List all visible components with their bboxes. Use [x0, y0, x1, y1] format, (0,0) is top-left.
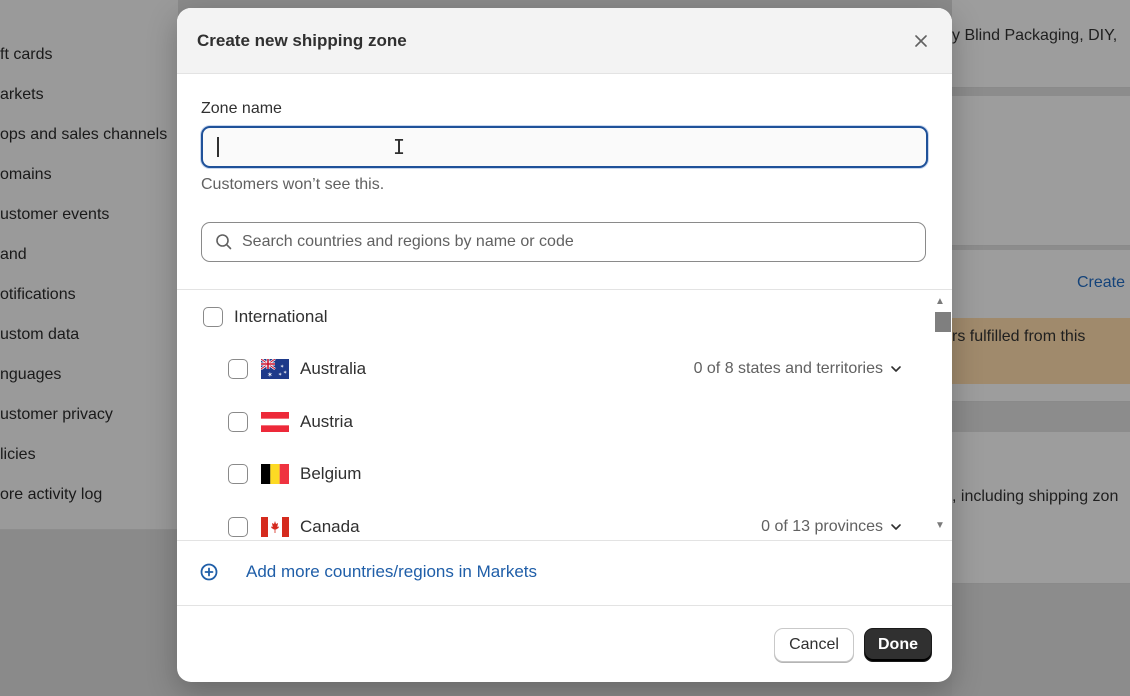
background-card — [952, 96, 1130, 246]
country-name: Australia — [300, 359, 367, 378]
text-cursor-icon: I — [393, 135, 406, 159]
background-card-text: , including shipping zon — [952, 488, 1119, 505]
australia-flag-icon: ✶ ✶ ✶ ✶ — [261, 359, 289, 379]
cancel-button[interactable]: Cancel — [774, 628, 854, 662]
scrollbar-thumb[interactable] — [935, 312, 951, 332]
international-checkbox[interactable] — [203, 307, 223, 327]
chevron-down-icon — [891, 524, 901, 530]
nav-item-customer-privacy[interactable]: ustomer privacy — [0, 406, 190, 424]
country-name: Austria — [300, 412, 353, 431]
country-search-field[interactable] — [201, 222, 926, 262]
search-icon — [216, 234, 232, 250]
country-list: International ✶ ✶ ✶ ✶ Australia 0 of 8 s… — [177, 289, 952, 541]
country-search-input[interactable] — [242, 233, 913, 251]
background-create-link[interactable]: Create — [1077, 274, 1125, 292]
background-banner-text: rs fulfilled from this — [952, 328, 1086, 345]
list-item-australia[interactable]: ✶ ✶ ✶ ✶ Australia 0 of 8 states and terr… — [177, 349, 927, 389]
canada-regions-toggle[interactable]: 0 of 13 provinces — [761, 518, 903, 536]
belgium-checkbox[interactable] — [228, 464, 248, 484]
list-item-belgium[interactable]: Belgium — [177, 454, 927, 494]
australia-checkbox[interactable] — [228, 359, 248, 379]
australia-regions-toggle[interactable]: 0 of 8 states and territories — [694, 360, 903, 378]
close-icon[interactable] — [910, 30, 932, 52]
regions-count: 0 of 13 provinces — [761, 518, 883, 535]
austria-flag-icon — [261, 412, 289, 432]
modal-title: Create new shipping zone — [197, 30, 407, 50]
svg-text:✶: ✶ — [283, 370, 287, 376]
background-card — [952, 432, 1130, 584]
austria-checkbox[interactable] — [228, 412, 248, 432]
nav-item-gift-cards[interactable]: ft cards — [0, 46, 190, 64]
add-more-label: Add more countries/regions in Markets — [246, 562, 538, 581]
svg-text:✶: ✶ — [267, 371, 273, 379]
list-item-austria[interactable]: Austria — [177, 402, 927, 442]
create-shipping-zone-modal: Create new shipping zone Zone name I Cus… — [177, 8, 952, 682]
done-button[interactable]: Done — [864, 628, 932, 662]
list-scrollbar[interactable]: ▲ ▼ — [930, 290, 952, 540]
regions-count: 0 of 8 states and territories — [693, 360, 883, 377]
belgium-flag-icon — [261, 464, 289, 484]
canada-flag-icon — [261, 517, 289, 537]
zone-name-label: Zone name — [201, 100, 282, 117]
add-more-countries-link[interactable]: Add more countries/regions in Markets — [199, 562, 537, 582]
modal-body: Zone name I Customers won’t see this. — [177, 100, 952, 262]
nav-item-markets[interactable]: arkets — [0, 86, 190, 104]
list-item-international[interactable]: International — [177, 297, 927, 337]
modal-footer: Cancel Done — [177, 605, 952, 682]
nav-item-store-activity-log[interactable]: ore activity log — [0, 486, 190, 504]
text-caret — [217, 137, 219, 157]
nav-item-policies[interactable]: licies — [0, 446, 190, 464]
nav-item-apps-sales-channels[interactable]: ops and sales channels — [0, 126, 190, 144]
nav-item-custom-data[interactable]: ustom data — [0, 326, 190, 344]
scroll-down-arrow-icon[interactable]: ▼ — [935, 520, 945, 531]
chevron-down-icon — [891, 366, 901, 372]
background-store-text: y Blind Packaging, DIY, — [952, 27, 1118, 44]
scroll-up-arrow-icon[interactable]: ▲ — [935, 296, 945, 307]
country-name: Belgium — [300, 464, 362, 483]
svg-text:✶: ✶ — [278, 372, 282, 378]
nav-item-domains[interactable]: omains — [0, 166, 190, 184]
nav-item-languages[interactable]: nguages — [0, 366, 190, 384]
list-item-canada[interactable]: Canada 0 of 13 provinces — [177, 507, 927, 540]
modal-header: Create new shipping zone — [177, 8, 952, 74]
country-name: Canada — [300, 517, 360, 536]
nav-item-notifications[interactable]: otifications — [0, 286, 190, 304]
plus-circle-icon — [200, 563, 218, 581]
nav-item-customer-events[interactable]: ustomer events — [0, 206, 190, 224]
canada-checkbox[interactable] — [228, 517, 248, 537]
zone-name-help-text: Customers won’t see this. — [201, 176, 385, 193]
zone-name-input[interactable]: I — [201, 126, 928, 168]
nav-item-brand[interactable]: and — [0, 246, 190, 264]
international-label: International — [234, 307, 328, 326]
